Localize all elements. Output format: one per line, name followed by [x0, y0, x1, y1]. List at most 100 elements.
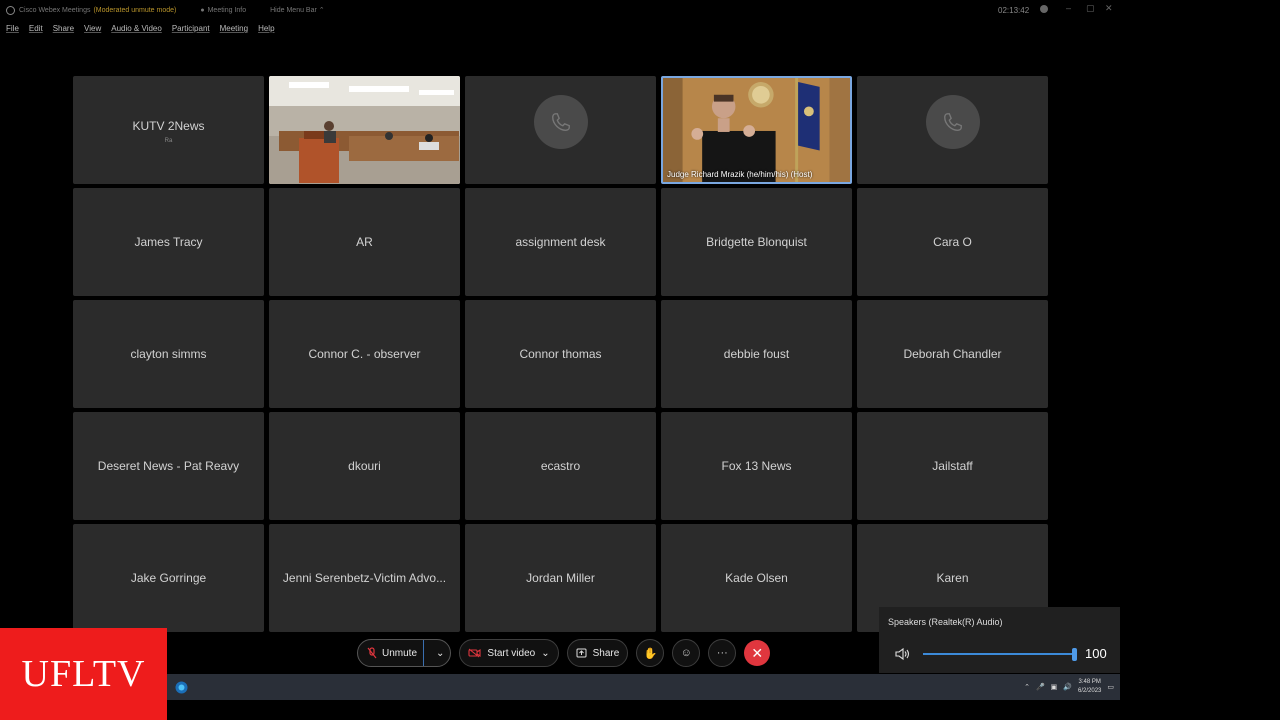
taskbar-time: 3:48 PM [1078, 679, 1101, 685]
menu-view[interactable]: View [84, 24, 101, 33]
participant-tile[interactable]: Connor thomas [465, 300, 656, 408]
chevron-down-icon[interactable]: ⌄ [541, 648, 549, 659]
info-icon: ● [200, 6, 205, 14]
participant-name: KUTV 2News [132, 119, 205, 133]
participant-tile[interactable]: Connor C. - observer [269, 300, 460, 408]
menu-participant[interactable]: Participant [172, 24, 210, 33]
participant-tile[interactable]: Deseret News - Pat Reavy [73, 412, 264, 520]
participant-tile[interactable]: debbie foust [661, 300, 852, 408]
menu-audio-video[interactable]: Audio & Video [111, 24, 162, 33]
share-button[interactable]: Share [566, 639, 629, 667]
participant-name: Deborah Chandler [903, 347, 1002, 361]
participant-name: AR [356, 235, 373, 249]
participant-name: Cara O [933, 235, 972, 249]
participant-tile[interactable]: Jake Gorringe [73, 524, 264, 632]
unmute-button-group: Unmute ⌄ [357, 639, 452, 667]
logo-text: UFLTV [21, 653, 146, 695]
participant-tile-phone[interactable] [857, 76, 1048, 184]
share-icon [576, 648, 587, 658]
reactions-button[interactable]: ☺ [672, 639, 701, 667]
speaker-icon[interactable] [894, 647, 912, 661]
phone-avatar [533, 95, 588, 149]
participant-name: ecastro [540, 459, 581, 473]
participant-tile[interactable]: Cara O [857, 188, 1048, 296]
participant-subtitle: Ra [164, 138, 173, 144]
participant-name: Jordan Miller [526, 571, 595, 585]
menu-file[interactable]: File [6, 24, 19, 33]
system-tray: ⌃ 🎤 ▣ 🔊 3:48 PM 6/2/2023 ▭ [1024, 674, 1114, 700]
host-name-label: Judge Richard Mrazik (he/him/his) (Host) [667, 170, 813, 179]
participant-name: Kade Olsen [725, 571, 788, 585]
participant-tile[interactable]: ecastro [465, 412, 656, 520]
participant-tile[interactable]: KUTV 2News Ra [73, 76, 264, 184]
speaker-device-label: Speakers (Realtek(R) Audio) [888, 617, 1003, 627]
participant-tile[interactable]: James Tracy [73, 188, 264, 296]
participant-name: Connor C. - observer [308, 347, 421, 361]
webex-icon [6, 5, 15, 15]
meeting-info-button[interactable]: ● Meeting Info [200, 7, 246, 14]
speaker-tray-icon[interactable]: 🔊 [1063, 683, 1072, 691]
participant-video-judge[interactable]: Judge Richard Mrazik (he/him/his) (Host) [661, 76, 852, 184]
raise-hand-button[interactable]: ✋ [636, 639, 665, 667]
app-title: Cisco Webex Meetings [19, 6, 91, 14]
participant-tile[interactable]: Jenni Serenbetz-Victim Advo... [269, 524, 460, 632]
close-icon: ✕ [751, 644, 764, 661]
menu-edit[interactable]: Edit [29, 24, 43, 33]
leave-meeting-button[interactable]: ✕ [744, 640, 771, 666]
participant-tile[interactable]: dkouri [269, 412, 460, 520]
maximize-icon[interactable]: ▢ [1086, 3, 1095, 14]
participant-name: Karen [936, 571, 969, 585]
participant-tile[interactable]: clayton simms [73, 300, 264, 408]
hide-menu-bar-label: Hide Menu Bar [270, 7, 317, 14]
participant-name: Deseret News - Pat Reavy [97, 459, 240, 473]
volume-slider-thumb[interactable] [1072, 648, 1077, 661]
participant-name: debbie foust [723, 347, 790, 361]
moderated-mode-label: (Moderated unmute mode) [93, 6, 177, 14]
menu-help[interactable]: Help [258, 24, 274, 33]
menu-bar: File Edit Share View Audio & Video Parti… [6, 24, 275, 33]
volume-slider-track[interactable] [923, 653, 1075, 655]
taskbar-clock[interactable]: 3:48 PM 6/2/2023 [1078, 678, 1101, 696]
participant-tile[interactable]: Jailstaff [857, 412, 1048, 520]
participant-tile-phone[interactable] [465, 76, 656, 184]
participant-video-courtroom[interactable] [269, 76, 460, 184]
microphone-icon[interactable]: 🎤 [1036, 683, 1045, 691]
minimize-icon[interactable]: – [1066, 3, 1071, 13]
network-icon[interactable]: ▣ [1051, 683, 1058, 691]
phone-icon [943, 113, 962, 131]
volume-value: 100 [1085, 646, 1107, 661]
participant-name: Jake Gorringe [130, 571, 207, 585]
start-video-button[interactable]: Start video ⌄ [459, 639, 559, 667]
meeting-controls: Unmute ⌄ Start video ⌄ Share ✋ ☺ ··· ✕ [357, 638, 771, 668]
chevron-up-icon[interactable]: ⌃ [1024, 683, 1030, 691]
close-icon[interactable]: ✕ [1105, 3, 1113, 14]
more-options-button[interactable]: ··· [708, 639, 737, 667]
participant-name: Jailstaff [932, 459, 973, 473]
participant-tile[interactable]: Jordan Miller [465, 524, 656, 632]
judge-video [663, 78, 850, 182]
participant-tile[interactable]: Deborah Chandler [857, 300, 1048, 408]
participant-name: James Tracy [134, 235, 203, 249]
participant-name: assignment desk [515, 235, 606, 249]
taskbar-date: 6/2/2023 [1078, 688, 1102, 694]
ufltv-logo: UFLTV [0, 628, 167, 720]
webex-taskbar-icon[interactable] [175, 681, 188, 694]
meeting-clock: 02:13:42 [998, 6, 1030, 15]
participant-grid: KUTV 2News Ra Judge Richard Mrazik (he/h… [73, 76, 1048, 632]
participant-name: dkouri [348, 459, 381, 473]
start-video-label: Start video [487, 647, 536, 659]
participant-tile[interactable]: AR [269, 188, 460, 296]
unmute-button[interactable]: Unmute [358, 640, 425, 666]
hide-menu-bar-button[interactable]: Hide Menu Bar ⌃ [270, 6, 325, 14]
chevron-down-icon[interactable]: ⌄ [430, 648, 450, 659]
participant-tile[interactable]: assignment desk [465, 188, 656, 296]
participant-tile[interactable]: Bridgette Blonquist [661, 188, 852, 296]
menu-share[interactable]: Share [53, 24, 74, 33]
hand-icon: ✋ [643, 647, 658, 660]
participant-tile[interactable]: Fox 13 News [661, 412, 852, 520]
menu-meeting[interactable]: Meeting [220, 24, 248, 33]
windows-taskbar: ⌃ 🎤 ▣ 🔊 3:48 PM 6/2/2023 ▭ [167, 674, 1120, 700]
notification-icon[interactable]: ▭ [1107, 683, 1114, 691]
participant-tile[interactable]: Kade Olsen [661, 524, 852, 632]
title-bar: Cisco Webex Meetings (Moderated unmute m… [0, 0, 1120, 20]
